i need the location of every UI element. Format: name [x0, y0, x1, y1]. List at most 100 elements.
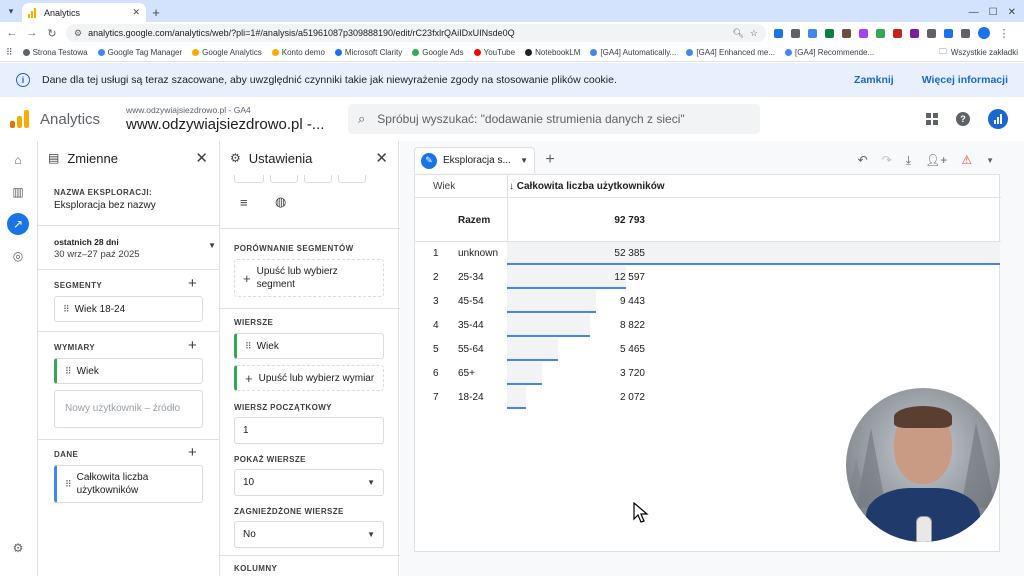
visualization-option[interactable]	[270, 175, 298, 183]
warning-icon[interactable]: ⚠	[961, 153, 972, 167]
drag-handle-icon[interactable]: ⠿	[65, 478, 72, 491]
bookmark-item[interactable]: [GA4] Automatically...	[590, 48, 676, 57]
maximize-icon[interactable]: ☐	[989, 7, 998, 18]
extension-icon[interactable]	[842, 28, 851, 38]
nested-rows-select[interactable]: No ▼	[234, 521, 384, 548]
back-icon[interactable]: ←	[6, 27, 18, 39]
add-metric-icon[interactable]: +	[188, 444, 197, 461]
minimize-icon[interactable]: —	[969, 7, 979, 18]
dimension-placeholder[interactable]: Nowy użytkownik – źródło	[54, 390, 203, 428]
extensions-puzzle-icon[interactable]	[961, 28, 970, 38]
new-tab-icon[interactable]: +	[146, 3, 166, 22]
exploration-tab[interactable]: ✎ Eksploracja s... ▼	[414, 147, 535, 173]
banner-more-info-button[interactable]: Więcej informacji	[922, 74, 1008, 86]
extension-icon[interactable]	[808, 28, 817, 38]
share-user-icon[interactable]: 👤︎+	[925, 153, 947, 167]
extension-icon[interactable]	[774, 28, 783, 38]
profile-avatar[interactable]	[978, 27, 990, 39]
bookmark-item[interactable]: [GA4] Recommende...	[785, 48, 874, 57]
browser-tab[interactable]: Analytics ✕	[22, 3, 146, 22]
redo-icon[interactable]: ↷	[882, 153, 892, 167]
dropdown-caret-icon[interactable]: ▼	[986, 156, 994, 165]
bookmark-item[interactable]: Google Ads	[412, 48, 464, 57]
table-row[interactable]: 5 55-64 5 465	[415, 338, 1001, 362]
account-avatar[interactable]	[988, 109, 1008, 129]
bookmark-item[interactable]: Microsoft Clarity	[334, 48, 402, 57]
bookmark-item[interactable]: Google Tag Manager	[97, 48, 182, 57]
dimension-chip[interactable]: ⠿ Wiek	[54, 358, 203, 384]
forward-icon[interactable]: →	[26, 27, 38, 39]
bookmark-favicon-icon	[192, 49, 200, 56]
drag-handle-icon[interactable]: ⠿	[245, 341, 252, 352]
extension-icon[interactable]	[927, 28, 936, 38]
exploration-name[interactable]: Eksploracja bez nazwy	[54, 200, 156, 211]
tab-close-icon[interactable]: ✕	[132, 7, 140, 18]
bookmark-item[interactable]: NotebookLM	[525, 48, 580, 57]
extension-icon[interactable]	[859, 28, 868, 38]
reports-icon[interactable]: ▥	[11, 185, 25, 199]
add-tab-icon[interactable]: +	[535, 151, 565, 169]
bookmark-item[interactable]: Konto demo	[271, 48, 325, 57]
extension-icon[interactable]	[791, 28, 800, 38]
row-chip[interactable]: ⠿ Wiek	[234, 333, 384, 359]
add-segment-icon[interactable]: +	[188, 275, 197, 292]
visualization-option[interactable]	[304, 175, 332, 183]
analytics-logo-icon[interactable]	[10, 110, 30, 128]
table-row[interactable]: 1 unknown 52 385	[415, 242, 1001, 266]
extension-icon[interactable]	[893, 28, 902, 38]
home-icon[interactable]: ⌂	[11, 153, 25, 167]
bookmark-item[interactable]: Google Analytics	[192, 48, 262, 57]
add-dimension-icon[interactable]: +	[188, 337, 197, 354]
segment-chip[interactable]: ⠿ Wiek 18-24	[54, 296, 203, 322]
property-selector[interactable]: www.odzywiajsiezdrowo.pl - GA4 www.odzyw…	[126, 105, 336, 133]
drag-handle-icon[interactable]: ⠿	[65, 366, 72, 377]
date-range-picker[interactable]: ostatnich 28 dni 30 wrz–27 paź 2025 ▼	[54, 237, 216, 260]
advertising-icon[interactable]: ◎	[11, 249, 25, 263]
table-row[interactable]: 2 25-34 12 597	[415, 266, 1001, 290]
undo-icon[interactable]: ↶	[858, 153, 868, 167]
close-window-icon[interactable]: ✕	[1008, 7, 1016, 18]
download-icon[interactable]: ⤓	[906, 153, 911, 168]
tab-search-icon[interactable]: ▾	[0, 0, 22, 22]
zoom-icon[interactable]: 🔍︎	[732, 28, 743, 39]
search-input[interactable]: ⌕ Spróbuj wyszukać: "dodawanie strumieni…	[348, 104, 760, 134]
table-row[interactable]: 3 45-54 9 443	[415, 290, 1001, 314]
column-header-dimension[interactable]: Wiek	[433, 181, 455, 192]
extension-icon[interactable]	[825, 28, 834, 38]
admin-gear-icon[interactable]: ⚙	[11, 541, 25, 555]
extension-icon[interactable]	[910, 28, 919, 38]
banner-close-button[interactable]: Zamknij	[854, 74, 894, 86]
explore-icon[interactable]: ↗	[7, 213, 29, 235]
row-drop-zone[interactable]: + Upuść lub wybierz wymiar	[234, 365, 384, 391]
bookmark-item[interactable]: YouTube	[473, 48, 515, 57]
close-icon[interactable]: ✕	[375, 149, 388, 167]
bar-chart-option-icon[interactable]: ≡	[240, 195, 248, 210]
extension-icon[interactable]	[944, 28, 953, 38]
visualization-option[interactable]	[338, 175, 366, 183]
close-icon[interactable]: ✕	[195, 149, 208, 167]
column-header-metric[interactable]: ↓ Całkowita liczba użytkowników	[509, 181, 665, 192]
geo-map-option-icon[interactable]: ◍	[275, 194, 286, 210]
dropdown-caret-icon[interactable]: ▼	[520, 156, 528, 165]
help-icon[interactable]: ?	[956, 112, 970, 126]
visualization-option[interactable]	[234, 175, 264, 183]
brand-name[interactable]: Analytics	[40, 111, 110, 128]
bookmark-item[interactable]: Strona Testowa	[22, 48, 88, 57]
apps-grid-icon[interactable]	[926, 113, 938, 125]
show-rows-select[interactable]: 10 ▼	[234, 469, 384, 496]
reload-icon[interactable]: ↻	[46, 27, 58, 40]
table-row[interactable]: 4 35-44 8 822	[415, 314, 1001, 338]
apps-grid-icon[interactable]: ⠿	[6, 47, 13, 58]
metric-chip[interactable]: ⠿ Całkowita liczba użytkowników	[54, 465, 203, 503]
site-info-icon[interactable]: ⚙	[74, 28, 82, 39]
table-row[interactable]: 6 65+ 3 720	[415, 362, 1001, 386]
all-bookmarks[interactable]: 🗀 Wszystkie zakładki	[939, 46, 1018, 60]
address-bar[interactable]: ⚙ analytics.google.com/analytics/web/?pl…	[66, 24, 766, 42]
chrome-menu-icon[interactable]: ⋮	[998, 27, 1010, 40]
bookmark-star-icon[interactable]: ☆	[750, 28, 758, 39]
start-row-input[interactable]: 1	[234, 417, 384, 444]
drag-handle-icon[interactable]: ⠿	[63, 304, 70, 315]
extension-icon[interactable]	[876, 28, 885, 38]
bookmark-item[interactable]: [GA4] Enhanced me...	[686, 48, 775, 57]
segment-drop-zone[interactable]: + Upuść lub wybierz segment	[234, 259, 384, 297]
